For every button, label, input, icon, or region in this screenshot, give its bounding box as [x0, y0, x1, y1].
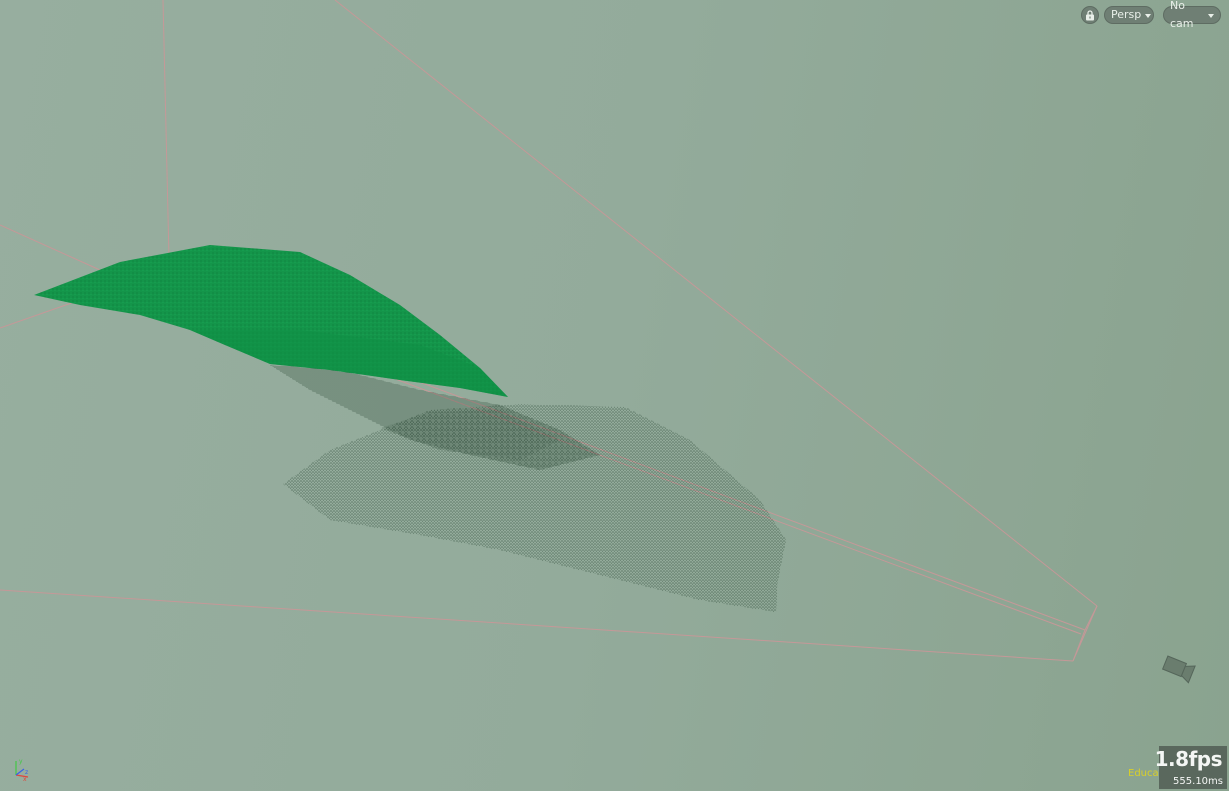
z-axis-label: z: [25, 769, 28, 776]
camera-object-icon: [1161, 655, 1196, 684]
frame-time-readout: 555.10ms: [1173, 776, 1223, 787]
fps-readout: 1.8fps: [1154, 747, 1223, 771]
scene-canvas[interactable]: [0, 0, 1229, 791]
performance-stats: 1.8fps 555.10ms: [1155, 746, 1227, 789]
view-mode-menu[interactable]: Persp: [1104, 6, 1154, 24]
chevron-down-icon: [1208, 13, 1214, 18]
green-surface: [34, 245, 508, 397]
view-mode-label: Persp: [1111, 8, 1142, 21]
lock-icon: [1086, 9, 1094, 20]
3d-viewport[interactable]: Persp No cam Education 1.8fps 555.10ms x…: [0, 0, 1229, 791]
axis-gnomon: x y z: [15, 758, 28, 783]
camera-menu[interactable]: No cam: [1163, 0, 1221, 30]
camera-label: No cam: [1170, 0, 1194, 30]
lock-button[interactable]: [1081, 6, 1099, 24]
y-axis-label: y: [19, 758, 23, 765]
z-axis-line: [15, 768, 25, 776]
x-axis-label: x: [23, 776, 27, 783]
chevron-down-icon: [1145, 13, 1152, 18]
